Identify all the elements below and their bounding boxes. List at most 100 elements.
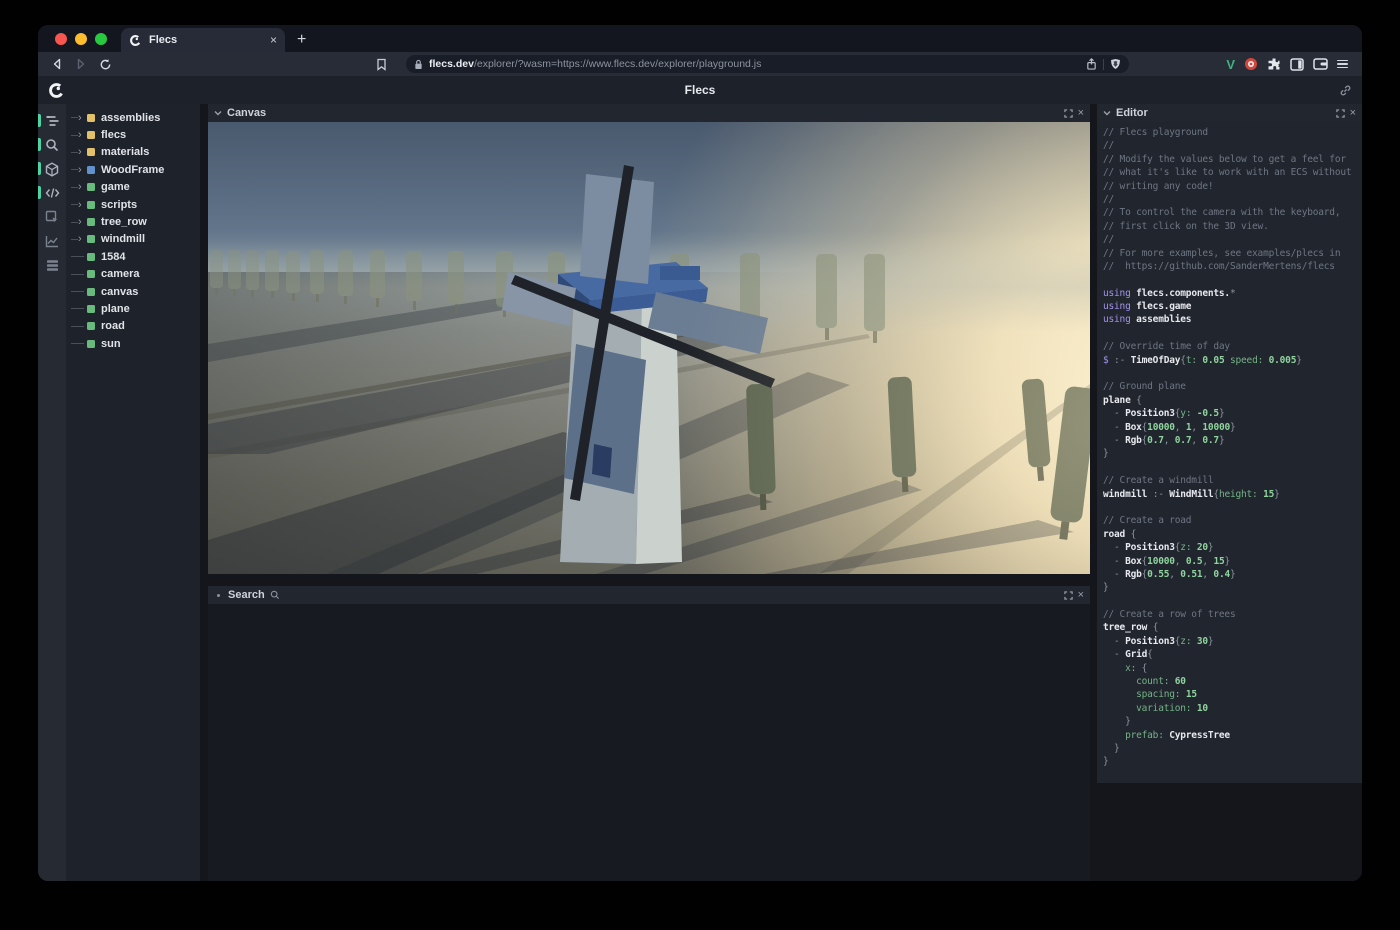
search-panel-header: Search × <box>208 586 1090 604</box>
code-line: } <box>1103 756 1362 769</box>
panel-bullet-icon[interactable] <box>217 594 220 597</box>
rows-icon <box>46 259 59 272</box>
code-line: - Box{10000, 1, 10000} <box>1103 422 1362 435</box>
code-line: - Position3{z: 30} <box>1103 636 1362 649</box>
new-tab-button[interactable]: + <box>297 31 306 49</box>
forward-icon <box>75 58 87 70</box>
extensions-puzzle-icon[interactable] <box>1267 57 1281 71</box>
tree-guide-line <box>71 308 84 309</box>
url-path: /explorer/?wasm=https://www.flecs.dev/ex… <box>474 58 761 70</box>
wallet-icon[interactable] <box>1313 58 1328 70</box>
brave-shield-icon[interactable] <box>1110 58 1121 70</box>
url-bar[interactable]: flecs.dev/explorer/?wasm=https://www.fle… <box>406 55 1129 73</box>
chevron-down-icon[interactable] <box>214 110 222 116</box>
code-line: tree_row { <box>1103 622 1362 635</box>
tree-item[interactable]: 1584 <box>66 248 200 265</box>
extension-icons: V <box>1226 57 1352 72</box>
code-icon <box>45 187 60 199</box>
search-icon <box>45 138 59 152</box>
code-line: plane { <box>1103 395 1362 408</box>
reload-button[interactable] <box>96 55 114 73</box>
share-icon[interactable] <box>1086 58 1097 70</box>
tree-guide-line <box>71 117 78 118</box>
entity-type-square <box>87 340 95 348</box>
expand-caret-icon[interactable]: › <box>78 130 84 140</box>
tree-item[interactable]: road <box>66 318 200 335</box>
code-line: } <box>1103 716 1362 729</box>
expand-caret-icon[interactable]: › <box>78 182 84 192</box>
tree-item-label: WoodFrame <box>101 164 164 176</box>
tree-item[interactable]: plane <box>66 300 200 317</box>
code-line: // first click on the 3D view. <box>1103 221 1362 234</box>
entity-type-square <box>87 131 95 139</box>
cube-icon <box>45 162 59 177</box>
code-line: - Grid{ <box>1103 649 1362 662</box>
tree-item[interactable]: › scripts <box>66 196 200 213</box>
tree-item[interactable]: ›materials <box>66 144 200 161</box>
tree-item-label: scripts <box>101 199 137 211</box>
search-panel-body[interactable] <box>208 604 1090 881</box>
close-window-button[interactable] <box>55 33 67 45</box>
code-line: - Box{10000, 0.5, 15} <box>1103 556 1362 569</box>
sidebar-toggle-icon[interactable] <box>1290 58 1304 71</box>
activity-canvas-button[interactable] <box>38 157 66 181</box>
inspect-icon <box>45 210 59 224</box>
browser-window: Flecs × + flecs.dev/explorer/?wasm=https… <box>38 25 1362 881</box>
tree-item-label: assemblies <box>101 112 160 124</box>
tree-item[interactable]: › assemblies <box>66 109 200 126</box>
close-icon[interactable]: × <box>1078 108 1084 119</box>
expand-caret-icon[interactable]: › <box>78 147 84 157</box>
forward-button[interactable] <box>72 55 90 73</box>
close-icon[interactable]: × <box>1078 590 1084 601</box>
zoom-window-button[interactable] <box>95 33 107 45</box>
tree-item[interactable]: camera <box>66 266 200 283</box>
tree-item[interactable]: ›game <box>66 179 200 196</box>
vue-devtools-icon[interactable]: V <box>1226 57 1235 72</box>
tree-item[interactable]: › WoodFrame <box>66 161 200 178</box>
minimize-window-button[interactable] <box>75 33 87 45</box>
window-controls <box>38 25 121 52</box>
close-icon[interactable]: × <box>1350 108 1356 119</box>
activity-query-button[interactable] <box>38 133 66 157</box>
expand-caret-icon[interactable]: › <box>78 113 84 123</box>
tree-guide-line <box>71 152 78 153</box>
code-line <box>1103 328 1362 341</box>
tree-item[interactable]: sun <box>66 335 200 352</box>
activity-inspect-button[interactable] <box>38 205 66 229</box>
chart-icon <box>45 235 59 248</box>
fullscreen-icon[interactable] <box>1064 591 1073 600</box>
chevron-down-icon[interactable] <box>1103 110 1111 116</box>
editor-panel: Editor × // Flecs playground//// Modify … <box>1097 104 1362 783</box>
expand-caret-icon[interactable]: › <box>78 217 84 227</box>
entity-type-square <box>87 114 95 122</box>
tree-item[interactable]: ›windmill <box>66 231 200 248</box>
code-line: - Position3{y: -0.5} <box>1103 408 1362 421</box>
expand-caret-icon[interactable]: › <box>78 234 84 244</box>
fullscreen-icon[interactable] <box>1064 109 1073 118</box>
expand-caret-icon[interactable]: › <box>78 165 84 175</box>
windmill-scene <box>208 122 1090 574</box>
activity-stats-button[interactable] <box>38 229 66 253</box>
tree-guide-line <box>71 135 78 136</box>
red-extension-icon[interactable] <box>1244 57 1258 71</box>
canvas-3d-viewport[interactable] <box>208 122 1090 574</box>
expand-caret-icon[interactable]: › <box>78 200 84 210</box>
bookmarks-button[interactable] <box>372 55 390 73</box>
tree-item[interactable]: canvas <box>66 283 200 300</box>
editor-code[interactable]: // Flecs playground//// Modify the value… <box>1097 122 1362 783</box>
activity-editor-button[interactable] <box>38 181 66 205</box>
tree-item[interactable]: ›flecs <box>66 126 200 143</box>
fullscreen-icon[interactable] <box>1336 109 1345 118</box>
activity-logs-button[interactable] <box>38 253 66 277</box>
code-line: // Modify the values below to get a feel… <box>1103 154 1362 167</box>
browser-tab[interactable]: Flecs × <box>121 28 285 52</box>
code-line: road { <box>1103 529 1362 542</box>
tree-guide-line <box>71 256 84 257</box>
tree-guide-line <box>71 222 78 223</box>
back-button[interactable] <box>48 55 66 73</box>
menu-icon[interactable] <box>1337 60 1348 69</box>
entity-type-square <box>87 183 95 191</box>
tree-item[interactable]: ›tree_row <box>66 213 200 230</box>
tab-close-icon[interactable]: × <box>270 33 277 47</box>
activity-entities-button[interactable] <box>38 109 66 133</box>
